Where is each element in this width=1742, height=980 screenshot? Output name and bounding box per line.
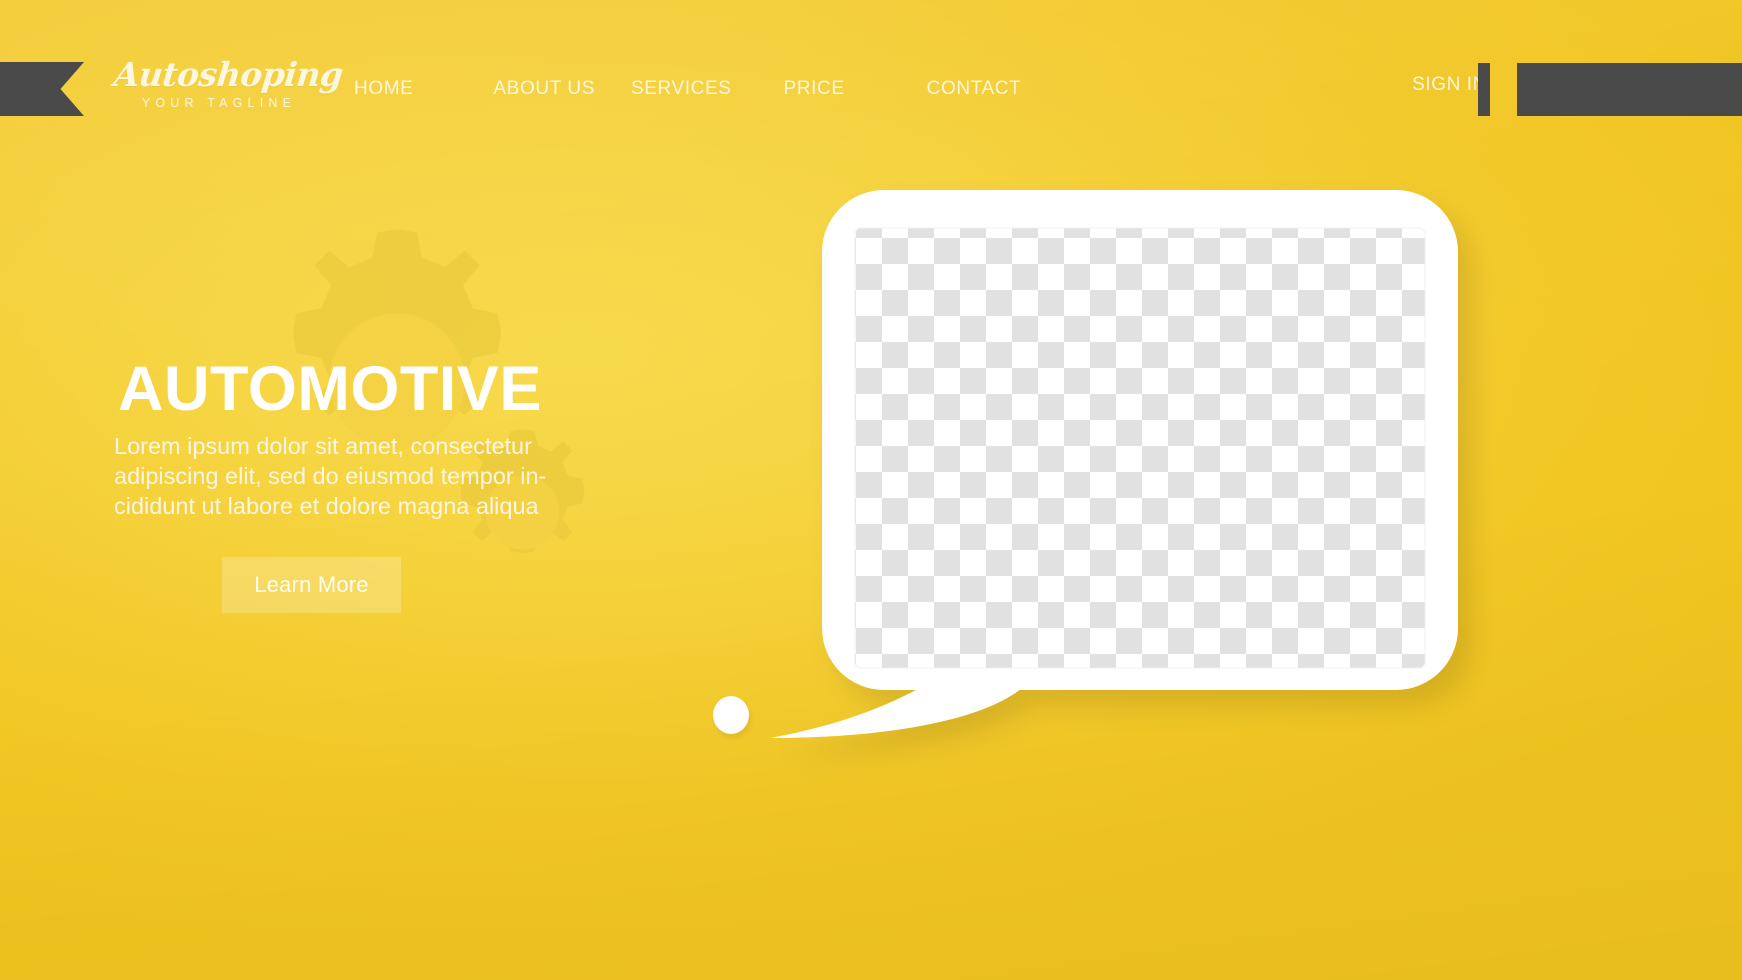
hero-paragraph-line-1: Lorem ipsum dolor sit amet, consectetur [114,433,532,459]
brand-tagline: YOUR TAGLINE [141,95,297,110]
nav-item-contact[interactable]: CONTACT [925,74,1024,104]
hero-paragraph-line-3: cididunt ut labore et dolore magna aliqu… [114,493,539,520]
page-title: AUTOMOTIVE [118,354,542,424]
learn-more-button[interactable]: Learn More [222,557,401,613]
hero-paragraph: Lorem ipsum dolor sit amet, consectetur … [114,431,557,521]
nav-item-about-us[interactable]: ABOUT US [491,74,597,104]
hero-content: AUTOMOTIVE Lorem ipsum dolor sit amet, c… [114,354,678,521]
sign-in-link[interactable]: SIGN IN [1412,74,1487,96]
main-nav: HOME ABOUT US SERVICES PRICE CONTACT [352,74,1023,104]
header-accent-bar-thin [1478,63,1490,116]
speech-bubble [700,160,1520,780]
landing-page: Autoshoping YOUR TAGLINE HOME ABOUT US S… [0,0,1742,980]
nav-item-home[interactable]: HOME [352,74,415,104]
hero-paragraph-line-2: adipiscing elit, sed do eiusmod tempor i… [114,463,547,490]
top-navigation-bar: Autoshoping YOUR TAGLINE HOME ABOUT US S… [0,0,1742,160]
ribbon-flag-icon [0,62,84,116]
brand-name: Autoshoping [111,55,345,94]
bubble-tail-dot [713,696,749,734]
nav-item-services[interactable]: SERVICES [629,74,734,104]
brand-logo[interactable]: Autoshoping YOUR TAGLINE [111,55,345,110]
nav-item-price[interactable]: PRICE [782,74,847,104]
image-placeholder-checkerboard [854,227,1426,669]
header-accent-bar-wide [1517,63,1742,116]
